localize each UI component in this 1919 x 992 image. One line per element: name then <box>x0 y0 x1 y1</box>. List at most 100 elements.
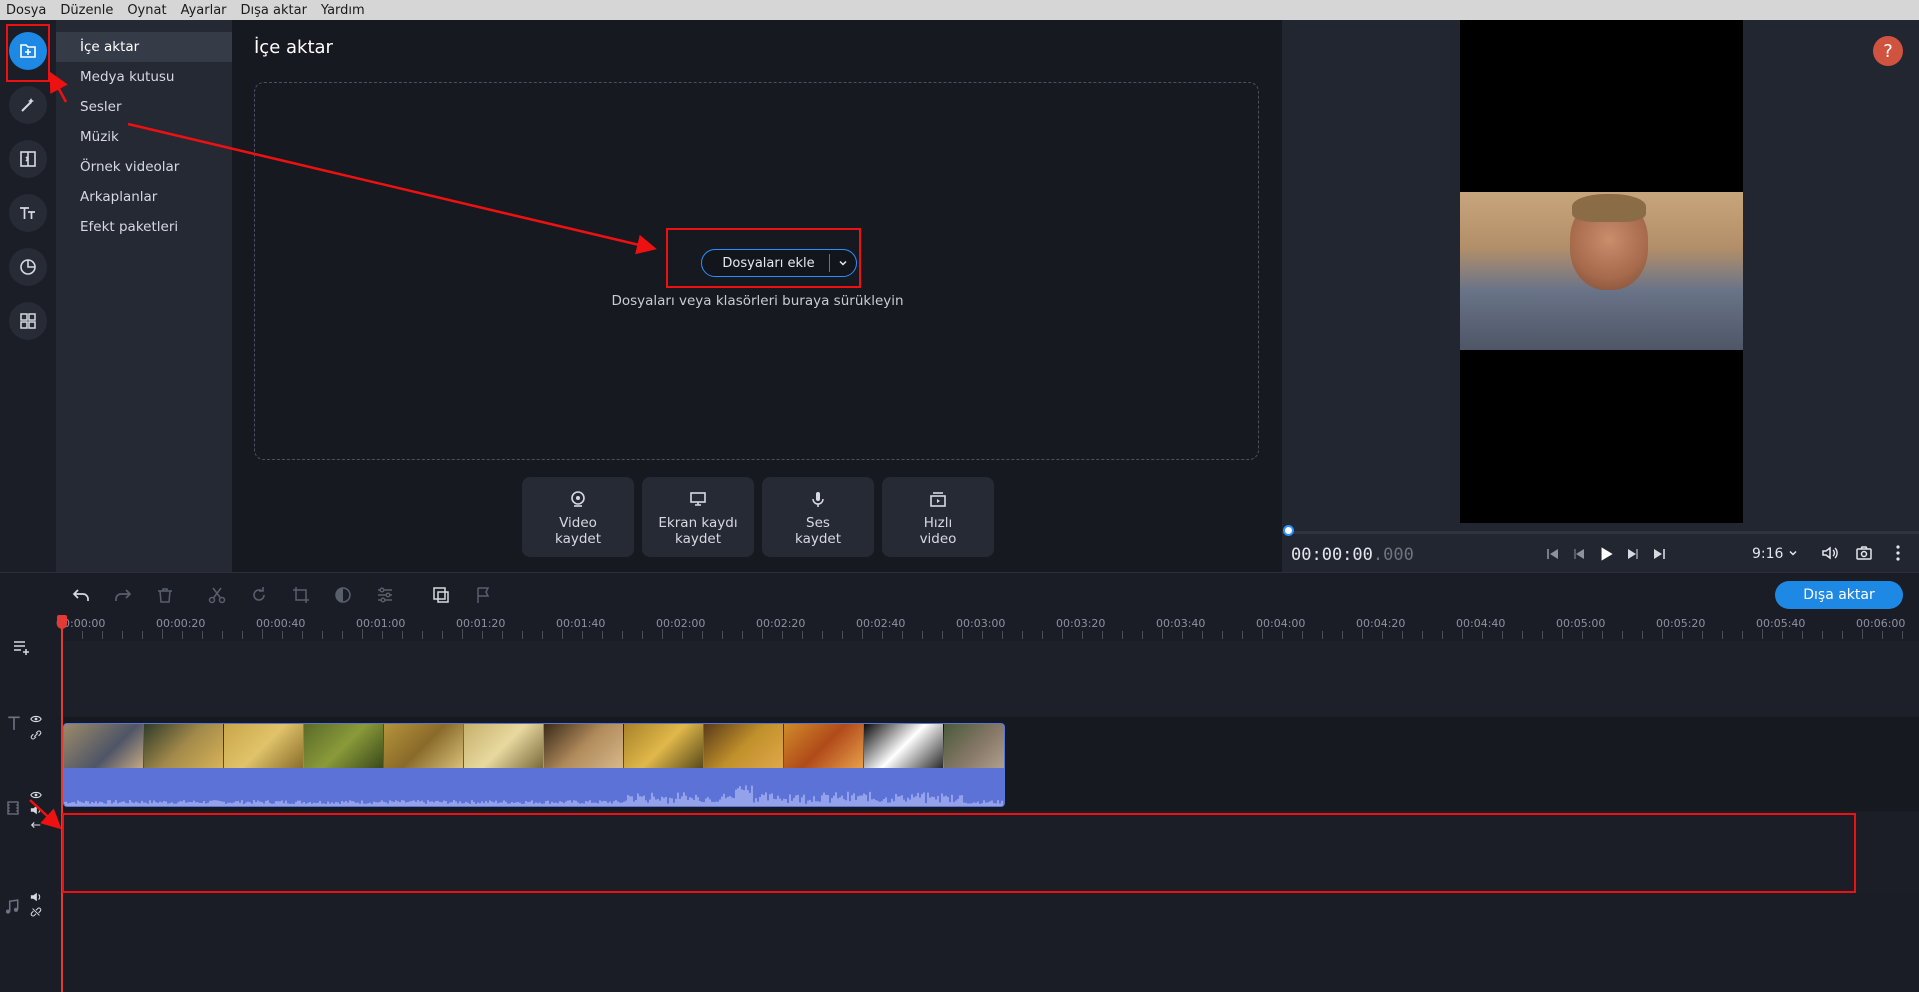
more-options-icon[interactable] <box>1888 543 1908 563</box>
clip-properties-button[interactable] <box>364 581 406 609</box>
ruler-tick <box>262 629 263 639</box>
ruler-tick <box>1122 631 1123 639</box>
ruler-tick <box>1382 631 1383 639</box>
previous-frame-icon[interactable] <box>1570 545 1588 563</box>
menu-edit[interactable]: Düzenle <box>60 3 113 18</box>
clip-thumbnail <box>464 724 544 768</box>
quick-video-button[interactable]: Hızlı video <box>882 477 994 557</box>
ruler-tick <box>1482 631 1483 639</box>
titles-tool-button[interactable] <box>9 194 47 232</box>
menu-help[interactable]: Yardım <box>321 3 365 18</box>
transitions-tool-button[interactable] <box>9 140 47 178</box>
eye-icon <box>30 715 42 723</box>
snapshot-camera-icon[interactable] <box>1854 543 1874 563</box>
ruler-tick <box>582 631 583 639</box>
playback-progress-track[interactable] <box>1282 531 1919 534</box>
clip-thumbnail <box>144 724 224 768</box>
menu-settings[interactable]: Ayarlar <box>181 3 227 18</box>
skip-to-start-icon[interactable] <box>1544 545 1562 563</box>
text-track[interactable] <box>62 641 1919 719</box>
ruler-tick-label: 00:03:00 <box>956 617 1006 630</box>
category-sample-videos[interactable]: Örnek videolar <box>56 152 232 182</box>
video-track-detach-audio[interactable] <box>30 819 42 835</box>
media-overlay-button[interactable] <box>420 581 462 609</box>
import-panel: İçe aktar Dosyaları ekle Dosyaları veya … <box>232 20 1282 572</box>
clip-thumbnail <box>64 724 144 768</box>
playhead-line[interactable] <box>61 615 63 992</box>
color-adjust-button[interactable] <box>322 581 364 609</box>
video-preview[interactable] <box>1460 20 1743 523</box>
ruler-tick <box>982 631 983 639</box>
ruler-tick-label: 00:02:40 <box>856 617 906 630</box>
category-backgrounds[interactable]: Arkaplanlar <box>56 182 232 212</box>
ruler-tick <box>1462 629 1463 639</box>
ruler-tick <box>1282 631 1283 639</box>
stickers-icon <box>20 259 36 275</box>
ruler-tick-label: 00:05:40 <box>1756 617 1806 630</box>
playhead-handle[interactable] <box>57 615 67 629</box>
stickers-tool-button[interactable] <box>9 248 47 286</box>
more-tools-button[interactable] <box>9 302 47 340</box>
help-button[interactable]: ? <box>1873 36 1903 66</box>
split-button[interactable] <box>196 581 238 609</box>
video-track-mute[interactable] <box>30 804 42 820</box>
ruler-tick <box>1742 631 1743 639</box>
category-effect-packs[interactable]: Efekt paketleri <box>56 212 232 242</box>
redo-button[interactable] <box>102 581 144 609</box>
playback-progress-knob[interactable] <box>1283 525 1294 536</box>
titles-icon <box>20 207 35 219</box>
category-media-bin[interactable]: Medya kutusu <box>56 62 232 92</box>
category-import[interactable]: İçe aktar <box>56 32 232 62</box>
ruler-tick <box>942 631 943 639</box>
record-screen-button[interactable]: Ekran kaydı kaydet <box>642 477 754 557</box>
rotate-button[interactable] <box>238 581 280 609</box>
ruler-tick <box>1082 631 1083 639</box>
aspect-ratio-select[interactable]: 9:16 <box>1752 546 1798 562</box>
undo-button[interactable] <box>60 581 102 609</box>
timeline-ruler[interactable]: 00:00:00 00:00:20 00:00:40 00:01:00 00:01:20… <box>56 617 1919 639</box>
ruler-tick <box>1842 631 1843 639</box>
menu-export[interactable]: Dışa aktar <box>241 3 307 18</box>
video-track-visibility[interactable] <box>30 789 42 805</box>
ruler-tick <box>542 631 543 639</box>
effects-tool-button[interactable] <box>9 86 47 124</box>
drop-hint: Dosyaları veya klasörleri buraya sürükle… <box>611 293 904 309</box>
text-track-link[interactable] <box>30 729 42 745</box>
add-track-button[interactable] <box>12 637 32 661</box>
ruler-tick <box>1882 631 1883 639</box>
category-sounds[interactable]: Sesler <box>56 92 232 122</box>
record-video-button[interactable]: Video kaydet <box>522 477 634 557</box>
ruler-tick <box>1602 631 1603 639</box>
skip-to-end-icon[interactable] <box>1650 545 1668 563</box>
marker-button[interactable] <box>462 581 504 609</box>
music-track-mute[interactable] <box>30 891 42 907</box>
delete-button[interactable] <box>144 581 186 609</box>
music-track-unlink[interactable] <box>30 906 42 922</box>
ruler-tick <box>82 631 83 639</box>
ruler-tick-label: 00:01:40 <box>556 617 606 630</box>
ruler-tick <box>1242 631 1243 639</box>
play-icon[interactable] <box>1596 544 1616 564</box>
annotation-box-add-files <box>666 228 861 288</box>
text-track-visibility[interactable] <box>30 713 42 729</box>
clip-thumbnail <box>544 724 624 768</box>
menu-play[interactable]: Oynat <box>127 3 166 18</box>
webcam-icon <box>571 491 585 507</box>
page-title: İçe aktar <box>254 37 333 58</box>
ruler-tick <box>1042 631 1043 639</box>
ruler-tick <box>1342 631 1343 639</box>
category-music[interactable]: Müzik <box>56 122 232 152</box>
text-track-icon-wrap <box>6 715 22 735</box>
clip-thumbnail <box>864 724 944 768</box>
ruler-tick <box>622 631 623 639</box>
volume-icon[interactable] <box>1820 543 1840 563</box>
video-track[interactable] <box>62 717 1919 811</box>
record-audio-button[interactable]: Ses kaydet <box>762 477 874 557</box>
menu-file[interactable]: Dosya <box>6 3 46 18</box>
annotation-box-import-tool <box>6 24 50 82</box>
ruler-tick <box>762 629 763 639</box>
export-button[interactable]: Dışa aktar <box>1775 581 1903 609</box>
video-clip[interactable] <box>63 723 1005 807</box>
crop-button[interactable] <box>280 581 322 609</box>
next-frame-icon[interactable] <box>1624 545 1642 563</box>
